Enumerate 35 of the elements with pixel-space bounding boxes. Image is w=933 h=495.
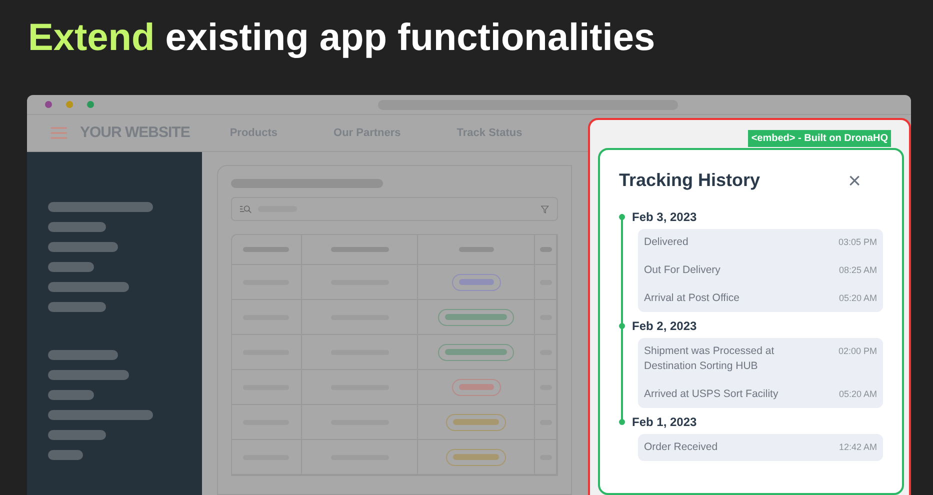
skeleton-bar bbox=[48, 302, 106, 312]
event-time: 05:20 AM bbox=[838, 292, 877, 305]
date-label: Feb 3, 2023 bbox=[632, 209, 697, 226]
skeleton-bar bbox=[540, 247, 552, 252]
embed-tag: <embed> - Built on DronaHQ bbox=[748, 130, 891, 147]
event-time: 02:00 PM bbox=[838, 345, 877, 358]
skeleton-bar bbox=[48, 390, 94, 400]
filter-icon[interactable] bbox=[541, 204, 549, 214]
skeleton-bar bbox=[48, 262, 94, 272]
menu-icon[interactable] bbox=[51, 127, 67, 140]
event-time: 03:05 PM bbox=[838, 236, 877, 249]
skeleton-bar bbox=[243, 247, 290, 252]
headline: Extend existing app functionalities bbox=[28, 16, 656, 61]
event-time: 08:25 AM bbox=[838, 264, 877, 277]
date-label: Feb 1, 2023 bbox=[632, 414, 697, 431]
event-text: Arrival at Post Office bbox=[644, 291, 741, 306]
event-text: Arrived at USPS Sort Facility bbox=[644, 387, 780, 402]
skeleton-bar bbox=[48, 350, 118, 360]
event-text: Shipment was Processed at Destination Sorting HUB bbox=[644, 344, 776, 374]
search-icon bbox=[240, 204, 252, 214]
skeleton-bar bbox=[458, 247, 494, 252]
card-title: Tracking History bbox=[619, 169, 760, 192]
event-text: Order Received bbox=[644, 440, 719, 455]
skeleton-bar bbox=[330, 247, 389, 252]
skeleton-bar bbox=[48, 222, 106, 232]
event-text: Out For Delivery bbox=[644, 263, 722, 278]
event-time: 12:42 AM bbox=[838, 441, 877, 454]
search-field[interactable] bbox=[231, 197, 558, 221]
event-text: Delivered bbox=[644, 235, 690, 250]
date-label: Feb 2, 2023 bbox=[632, 318, 697, 335]
event-time: 05:20 AM bbox=[838, 388, 877, 401]
skeleton-bar bbox=[48, 242, 118, 252]
close-button[interactable]: × bbox=[848, 170, 861, 190]
skeleton-bar bbox=[48, 430, 106, 440]
skeleton-bar bbox=[48, 450, 83, 460]
